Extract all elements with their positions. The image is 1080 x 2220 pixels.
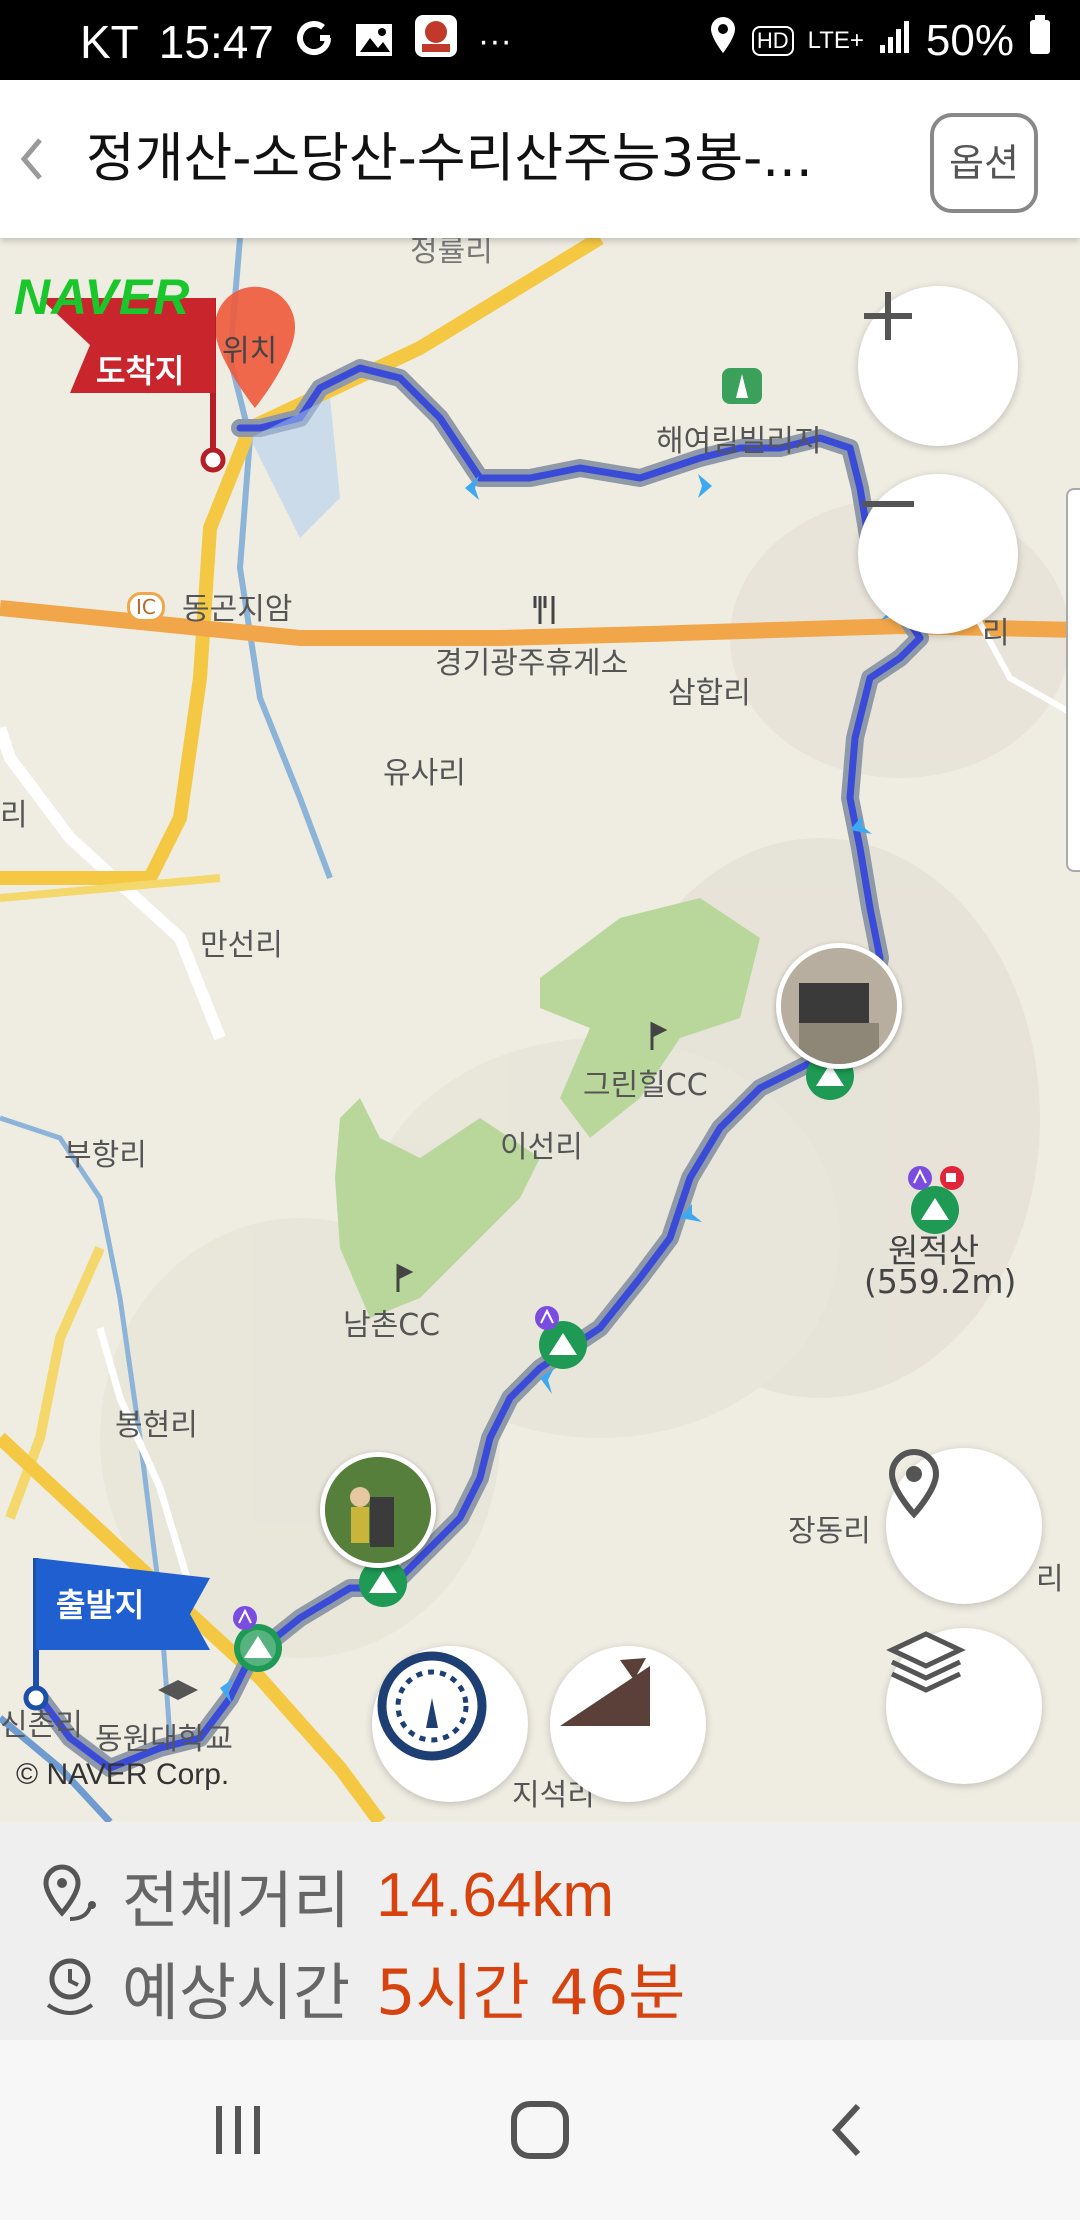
chevron-left-icon (20, 138, 42, 180)
map-copyright: © NAVER Corp. (16, 1758, 230, 1791)
map-label-manseonri: 만선리 (200, 928, 283, 963)
carrier: KT (80, 15, 139, 68)
map-label-yusari: 유사리 (383, 756, 466, 791)
back-arrow-icon (831, 2103, 861, 2157)
recent-apps-button[interactable] (188, 2085, 288, 2175)
photo-marker-1[interactable] (320, 1452, 436, 1568)
map-label-jangdongri: 장동리 (788, 1514, 871, 1549)
elevation-slope-icon (560, 1658, 650, 1726)
home-icon (511, 2101, 569, 2159)
summit-photo (325, 1457, 431, 1563)
map-label-donggonjiam: 동곤지암 (182, 592, 293, 627)
clock: 15:47 (158, 15, 274, 68)
ic-badge: IC (127, 592, 165, 622)
map-label-rest-area: 경기광주휴게소 (435, 646, 629, 681)
start-flag-label: 출발지 (56, 1586, 145, 1624)
time-row: 예상시간 5시간 46분 (40, 1942, 685, 2032)
map-label-haeyeorim: 해여림빌리지 (656, 424, 822, 459)
home-button[interactable] (490, 2085, 590, 2175)
time-label: 예상시간 (122, 1956, 351, 2029)
elevation-profile-button[interactable] (550, 1646, 706, 1802)
system-navigation-bar (0, 2040, 1080, 2220)
more-notifications: ··· (477, 22, 512, 60)
battery-icon (1028, 14, 1052, 67)
rest-area-icon (533, 596, 555, 624)
map-label-buhangri: 부항리 (64, 1138, 147, 1173)
plus-icon (864, 292, 912, 340)
summit-stone-photo (781, 948, 897, 1064)
time-value: 5시간 46분 (376, 1956, 686, 2029)
map-label-right: 리 (1036, 1562, 1064, 1597)
distance-label: 전체거리 (122, 1864, 351, 1937)
map-side-panel-handle[interactable] (1066, 488, 1080, 872)
map-label-sinchonri: 신촌리 (0, 1708, 83, 1743)
map-label-wonjeoksan-elevation: (559.2m) (864, 1262, 1017, 1301)
route-distance-icon (43, 1864, 96, 1921)
map-label-top: 정률리 (410, 238, 493, 269)
photo-marker-2[interactable] (776, 943, 902, 1069)
map-label-bonghyeonri: 봉현리 (115, 1408, 198, 1443)
route-summary-panel: 전체거리 14.64km 예상시간 5시간 46분 (0, 1822, 1080, 2040)
current-location-label: 위치 (222, 334, 278, 369)
minus-icon (862, 501, 914, 507)
sync-icon (294, 15, 334, 69)
map-label-iseonri: 이선리 (500, 1130, 583, 1165)
resort-icon (722, 368, 762, 404)
zoom-out-button[interactable] (858, 474, 1018, 634)
status-bar: KT 15:47 ··· HD LTE+ 50% (0, 0, 1080, 80)
my-location-button[interactable] (886, 1448, 1042, 1604)
speed-gauge-button[interactable] (372, 1646, 528, 1802)
system-back-button[interactable] (796, 2085, 896, 2175)
app-notification-icon (414, 14, 458, 69)
naver-logo: NAVER (14, 269, 191, 325)
distance-row: 전체거리 14.64km (40, 1850, 614, 1940)
route-map[interactable]: NAVER 도착지 출발지 위치 정률리 해여림빌리지 IC 동곤지암 경기광주… (0, 238, 1080, 1822)
recent-apps-icon (216, 2106, 260, 2154)
gallery-icon (354, 15, 394, 69)
road (5, 1245, 105, 1520)
map-label-university: 동원대학교 (95, 1722, 233, 1757)
location-marker-icon (888, 1448, 940, 1518)
back-button[interactable] (6, 124, 56, 194)
location-pin-icon (708, 15, 738, 66)
battery-percent: 50% (925, 15, 1014, 65)
map-label-samhapri: 삼합리 (668, 676, 751, 711)
signal-icon (878, 16, 912, 66)
map-label-greenhill: 그린힐CC (583, 1068, 708, 1103)
option-button[interactable]: 옵션 (930, 113, 1038, 213)
distance-value: 14.64km (376, 1860, 614, 1930)
end-flag-label: 도착지 (96, 352, 185, 390)
hd-voice-badge: HD (751, 25, 794, 56)
gauge-icon (377, 1651, 487, 1761)
lte-indicator: LTE+ (807, 26, 864, 54)
map-label-namchon: 남촌CC (343, 1308, 441, 1343)
app-header: 정개산-소당산-수리산주능3봉-... 옵션 (0, 80, 1080, 238)
layers-icon (886, 1631, 966, 1693)
map-layers-button[interactable] (886, 1628, 1042, 1784)
estimated-time-icon (46, 1958, 94, 2015)
map-label-left: 리 (0, 798, 28, 833)
page-title: 정개산-소당산-수리산주능3봉-... (86, 128, 813, 189)
zoom-in-button[interactable] (858, 286, 1018, 446)
